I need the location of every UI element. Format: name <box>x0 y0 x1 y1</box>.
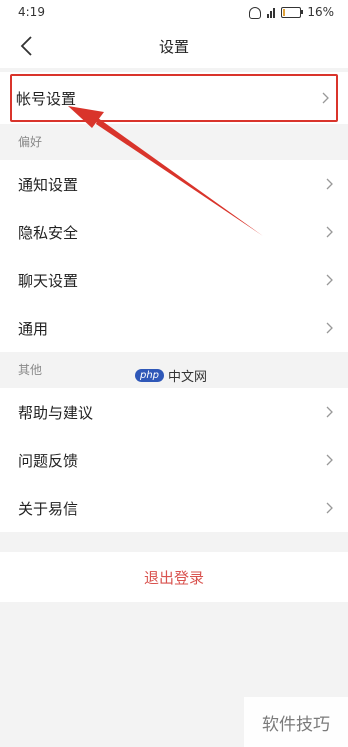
chat-settings-row[interactable]: 聊天设置 <box>0 256 348 304</box>
back-arrow-icon[interactable] <box>16 34 40 58</box>
chevron-right-icon <box>326 274 333 286</box>
battery-percent: 16% <box>307 5 334 19</box>
section-label-preferences: 偏好 <box>0 124 348 160</box>
notification-settings-row[interactable]: 通知设置 <box>0 160 348 208</box>
preferences-group: 通知设置 隐私安全 聊天设置 通用 <box>0 160 348 352</box>
watermark-php: php 中文网 <box>135 366 207 385</box>
watermark-corner: 软件技巧 <box>244 697 348 747</box>
account-group: 帐号设置 <box>0 72 348 124</box>
signal-icon <box>267 7 276 18</box>
chevron-right-icon <box>322 92 329 104</box>
general-row[interactable]: 通用 <box>0 304 348 352</box>
chevron-right-icon <box>326 226 333 238</box>
row-label: 聊天设置 <box>18 271 79 290</box>
row-label: 帮助与建议 <box>18 403 94 422</box>
battery-level <box>283 8 286 16</box>
status-time: 4:19 <box>18 5 45 19</box>
status-bar: 4:19 16% <box>0 0 348 24</box>
about-row[interactable]: 关于易信 <box>0 484 348 532</box>
problem-report-row[interactable]: 问题反馈 <box>0 436 348 484</box>
battery-icon <box>281 6 304 18</box>
help-feedback-row[interactable]: 帮助与建议 <box>0 388 348 436</box>
chevron-right-icon <box>326 178 333 190</box>
other-group: 帮助与建议 问题反馈 关于易信 <box>0 388 348 532</box>
row-label: 关于易信 <box>18 499 79 518</box>
alarm-icon <box>249 7 262 19</box>
row-label: 隐私安全 <box>18 223 79 242</box>
watermark-corner-text: 软件技巧 <box>262 714 330 735</box>
watermark-text: 中文网 <box>168 370 208 385</box>
chevron-right-icon <box>326 406 333 418</box>
account-settings-label: 帐号设置 <box>16 89 77 108</box>
chevron-right-icon <box>326 454 333 466</box>
row-label: 问题反馈 <box>18 451 79 470</box>
row-label: 通知设置 <box>18 175 79 194</box>
row-label: 通用 <box>18 319 49 338</box>
page-title: 设置 <box>158 37 189 56</box>
php-logo: php <box>135 369 165 382</box>
chevron-right-icon <box>326 502 333 514</box>
account-settings-row[interactable]: 帐号设置 <box>10 74 338 122</box>
chevron-right-icon <box>326 322 333 334</box>
logout-button[interactable]: 退出登录 <box>0 552 348 602</box>
privacy-security-row[interactable]: 隐私安全 <box>0 208 348 256</box>
nav-bar: 设置 <box>0 24 348 68</box>
